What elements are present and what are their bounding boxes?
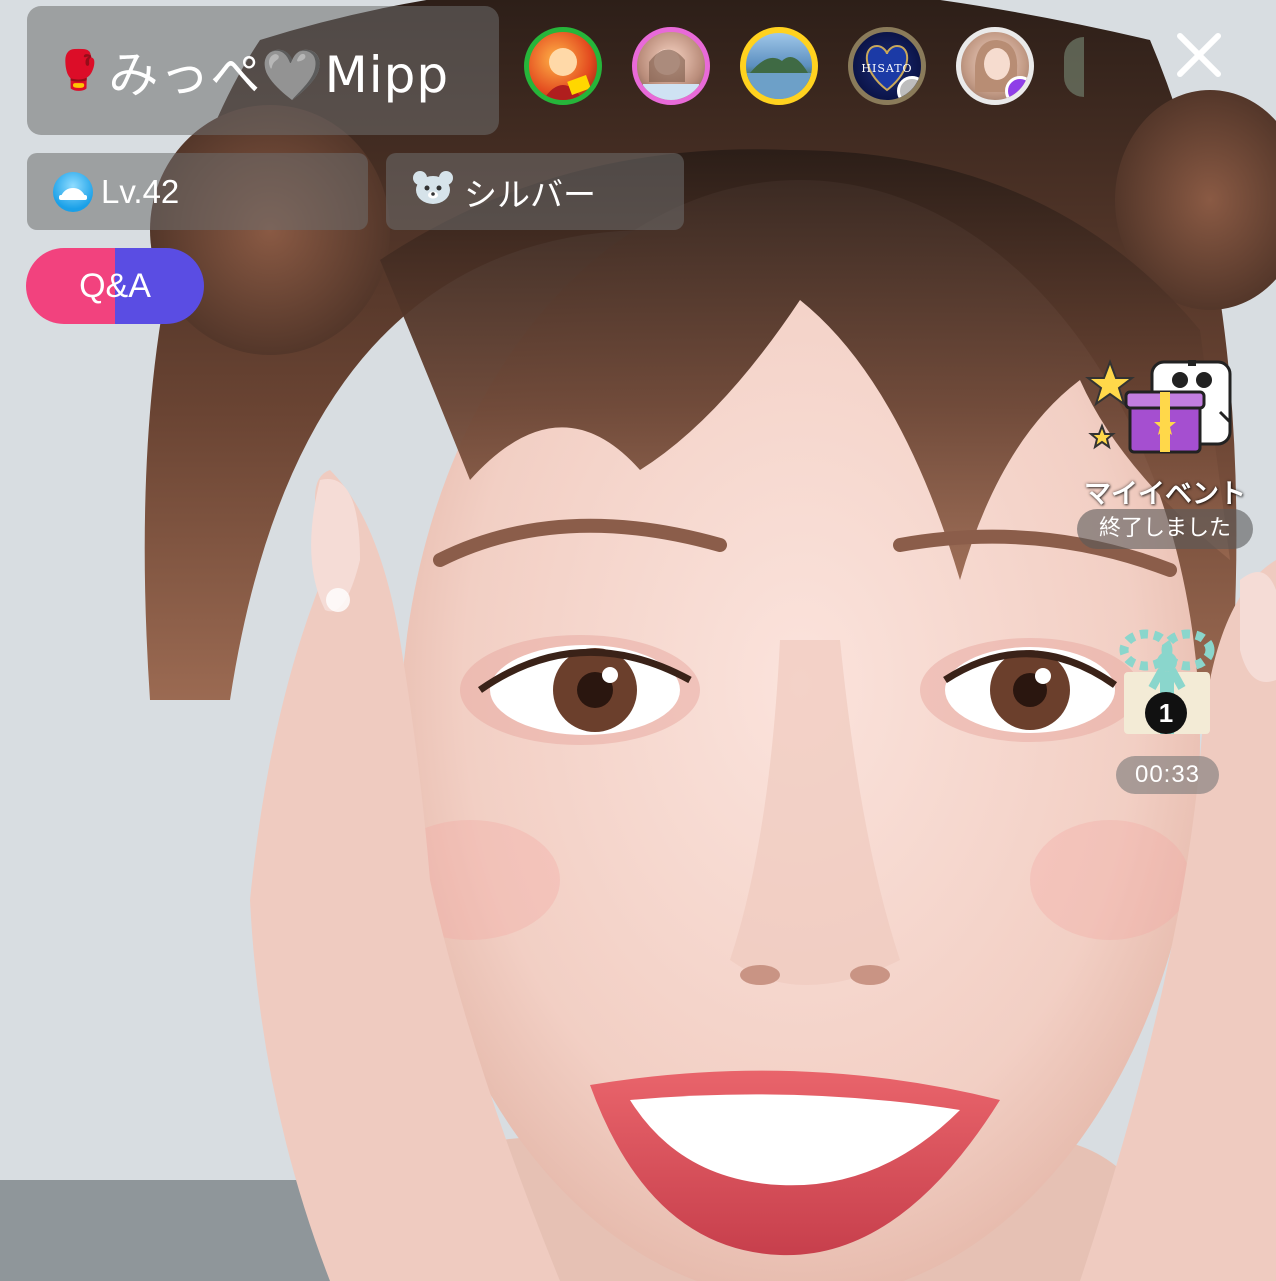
rank-label: シルバー [464, 175, 596, 213]
viewer-avatar-1-image [543, 48, 591, 100]
event-gift-mascot-icon [1085, 359, 1232, 454]
rank-pill[interactable]: シルバー [386, 153, 684, 230]
event-title: マイイベント [1084, 479, 1246, 510]
qa-button[interactable]: Q&A [26, 248, 204, 324]
viewer-avatar-5[interactable]: ✓ [956, 27, 1034, 105]
event-status: 終了しました [1077, 509, 1253, 549]
level-badge-icon [53, 171, 93, 212]
verified-badge-icon: ✓ [897, 76, 921, 100]
viewer-avatar-list: HISATO ✓ ✓ [0, 27, 1276, 117]
viewer-avatar-2-image [643, 49, 699, 100]
my-event-button[interactable]: マイイベント 終了しました [1077, 352, 1253, 552]
close-button[interactable] [1172, 28, 1226, 82]
close-icon [1177, 33, 1221, 77]
viewer-avatar-3[interactable] [740, 27, 818, 105]
viewer-avatar-4[interactable]: HISATO ✓ [848, 27, 926, 105]
viewer-avatar-3-image [746, 57, 812, 99]
gift-count-badge: 1 [1145, 692, 1187, 734]
viewer-avatar-6-partial[interactable] [1064, 37, 1084, 97]
viewer-avatar-2[interactable] [632, 27, 710, 105]
verified-badge-icon: ✓ [1005, 76, 1029, 100]
level-label: Lv.42 [101, 172, 180, 210]
bear-icon [412, 170, 454, 214]
level-pill[interactable]: Lv.42 [27, 153, 368, 230]
gift-timer: 00:33 [1116, 756, 1219, 794]
gift-box-button[interactable]: 1 [1116, 628, 1216, 738]
viewer-avatar-4-label: HISATO [861, 62, 913, 75]
viewer-avatar-1[interactable] [524, 27, 602, 105]
